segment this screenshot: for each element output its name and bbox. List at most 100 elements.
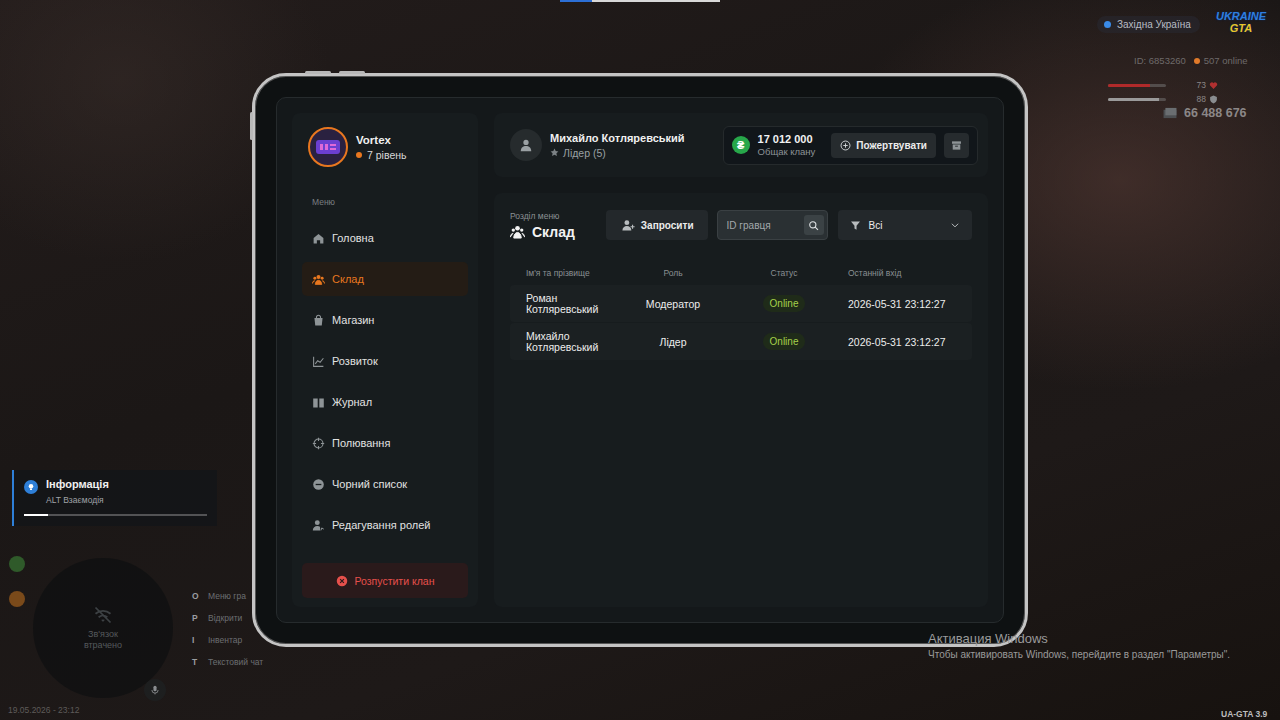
mic-button[interactable]	[144, 679, 166, 701]
sidebar-label: Склад	[332, 273, 364, 285]
toast-timer-fill	[24, 514, 48, 516]
search-button[interactable]	[804, 215, 824, 235]
star-icon	[550, 148, 559, 157]
menu-label: Меню	[312, 197, 468, 207]
heart-icon	[1209, 81, 1218, 90]
tablet-button	[305, 71, 331, 74]
armor-fill	[1108, 98, 1159, 101]
treasury-label: Общак клану	[758, 146, 816, 157]
top-progress-strip	[560, 0, 720, 2]
donate-button[interactable]: Пожертвувати	[831, 133, 936, 158]
sidebar-item[interactable]: Розвиток	[302, 344, 468, 378]
donate-label: Пожертвувати	[856, 140, 927, 151]
key-hint: IІнвентар	[192, 634, 263, 647]
mic-icon	[150, 685, 160, 695]
user-avatar	[510, 129, 542, 161]
shop-bag-icon	[312, 314, 325, 327]
hint-label: Меню гра	[208, 590, 246, 603]
sidebar-menu: Головна Склад Магазин Розвиток Журнал Полюван…	[302, 221, 468, 542]
money-amount: 66 488 676	[1184, 106, 1247, 120]
no-signal-icon	[90, 605, 116, 625]
sidebar-item[interactable]: Склад	[302, 262, 468, 296]
hint-key: O	[192, 590, 200, 603]
invite-button[interactable]: Запросити	[606, 210, 708, 240]
member-role: Лідер	[626, 336, 720, 348]
hint-key: T	[192, 656, 200, 669]
profile: Vortex7 рівень	[302, 127, 468, 167]
disband-label: Розпустити клан	[355, 575, 435, 587]
sidebar-item[interactable]: Редагування ролей	[302, 508, 468, 542]
info-icon	[24, 480, 38, 494]
windows-watermark: Активация Windows Чтобы активировать Wind…	[928, 631, 1230, 660]
player-id: ID: 6853260	[1134, 55, 1186, 66]
sidebar-label: Розвиток	[332, 355, 378, 367]
key-hint: T Текстовий чат	[192, 656, 263, 669]
online-count: 507 online	[1194, 55, 1248, 66]
section-title: Склад	[510, 224, 575, 240]
clan-level: 7 рівень	[356, 149, 407, 161]
tablet-screen: Vortex7 рівень Меню Головна Склад Магазин Роз…	[276, 97, 1004, 623]
online-label: 507 online	[1204, 55, 1248, 66]
search-input[interactable]	[727, 220, 804, 231]
panel-header: Розділ меню Склад Запросити Всі	[510, 210, 972, 240]
minus-circle-icon	[312, 478, 325, 491]
online-dot	[1194, 58, 1200, 64]
version-label: UA-GTA 3.9	[1221, 709, 1267, 719]
armor-bar: 88	[1108, 94, 1218, 104]
armor-reading-box: 88	[1172, 94, 1218, 104]
user-role: Лідер (5)	[550, 147, 685, 159]
logo-top: UKRAINE	[1213, 10, 1269, 22]
food-icon	[9, 556, 25, 572]
user-plus-icon	[622, 219, 635, 232]
sidebar-item[interactable]: Чорний список	[302, 467, 468, 501]
currency-icon: ₴	[732, 136, 750, 154]
table-row[interactable]: Михайло КотляревськийЛідерOnline2026-05-…	[510, 323, 972, 360]
sidebar-item[interactable]: Магазин	[302, 303, 468, 337]
status-badge: Online	[763, 295, 806, 312]
sidebar-item[interactable]: Журнал	[302, 385, 468, 419]
hint-label: Інвентар	[208, 634, 242, 647]
table-header: Ім'я та прізвищеРольСтатусОстанній вхід	[510, 262, 972, 284]
sidebar: Vortex7 рівень Меню Головна Склад Магазин Роз…	[292, 113, 478, 607]
health-track	[1108, 84, 1166, 87]
health-reading-box: 73	[1172, 80, 1218, 90]
health-fill	[1108, 84, 1150, 87]
table-row[interactable]: Роман КотляревськийМодераторOnline2026-0…	[510, 285, 972, 322]
archive-button[interactable]	[944, 133, 969, 158]
sidebar-item[interactable]: Головна	[302, 221, 468, 255]
clan-logo-icon	[315, 137, 341, 157]
toast-timer-track	[24, 514, 207, 516]
shield-icon	[1209, 95, 1218, 104]
minimap: Зв'язок втрачено	[33, 558, 173, 698]
column-header: Останній вхід	[848, 268, 972, 278]
watermark-text: Чтобы активировать Windows, перейдите в …	[928, 649, 1230, 660]
people-icon	[312, 273, 325, 286]
disband-button[interactable]: Розпустити клан	[302, 563, 468, 598]
crosshair-icon	[312, 437, 325, 450]
sidebar-label: Чорний список	[332, 478, 407, 490]
cash-icon	[1162, 107, 1178, 119]
user-role-label: Лідер (5)	[563, 147, 606, 159]
tablet-button	[339, 71, 365, 74]
watermark-title: Активация Windows	[928, 631, 1230, 646]
hint-label: Відкрити	[208, 612, 242, 625]
treasury: ₴ 17 012 000Общак клану Пожертвувати	[723, 126, 978, 165]
status-icons	[9, 556, 25, 607]
filter-dropdown[interactable]: Всі	[838, 210, 972, 240]
hint-label: Текстовий чат	[208, 656, 263, 669]
sidebar-label: Полювання	[332, 437, 390, 449]
clan-avatar	[308, 127, 348, 167]
status-badge: Online	[763, 333, 806, 350]
filter-value: Всі	[869, 220, 883, 231]
main: Михайло КотляревськийЛідер (5)₴17 012 00…	[494, 113, 988, 607]
clan-level-label: 7 рівень	[367, 149, 407, 161]
chart-icon	[312, 355, 325, 368]
sidebar-item[interactable]: Полювання	[302, 426, 468, 460]
logo-bottom: GTA	[1230, 22, 1252, 34]
treasury-amount: 17 012 000	[758, 133, 816, 145]
last-login: 2026-05-31 23:12:27	[848, 336, 972, 348]
hud: Західна УкраїнаUKRAINEGTAID: 6853260507 …	[1080, 0, 1280, 130]
section-caption: Розділ меню	[510, 211, 575, 221]
player-id-row: ID: 6853260 507 online	[1134, 55, 1248, 66]
filter-icon	[850, 220, 861, 231]
